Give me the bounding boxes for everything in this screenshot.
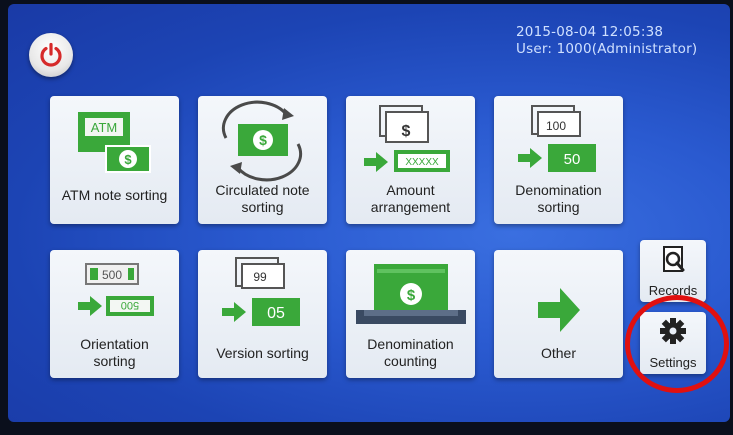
banknote-stack-icon: $ bbox=[356, 264, 466, 324]
main-screen: 2015-08-04 12:05:38 User: 1000(Administr… bbox=[8, 4, 730, 422]
svg-text:05: 05 bbox=[267, 305, 285, 322]
tile-amount-arrangement[interactable]: $ XXXXX Amount arrangement bbox=[346, 96, 475, 224]
cycle-banknote-icon: $ bbox=[221, 100, 303, 182]
settings-button[interactable]: Settings bbox=[640, 312, 706, 374]
orientation-sorting-icon: 500 500 bbox=[78, 263, 154, 316]
svg-text:$: $ bbox=[402, 123, 411, 140]
tile-denomination-sorting[interactable]: 100 50 Denomination sorting bbox=[494, 96, 623, 224]
records-button[interactable]: Records bbox=[640, 240, 706, 302]
svg-text:50: 50 bbox=[564, 151, 581, 168]
svg-text:$: $ bbox=[259, 132, 267, 148]
settings-label: Settings bbox=[649, 355, 697, 370]
svg-text:500: 500 bbox=[121, 299, 139, 311]
tile-orientation-sorting[interactable]: 500 500 Orientation sorting bbox=[50, 250, 179, 378]
tile-denomination-counting[interactable]: $ Denomination counting bbox=[346, 250, 475, 378]
tile-label: Other bbox=[540, 345, 576, 361]
svg-text:500: 500 bbox=[102, 268, 122, 282]
amount-arrangement-icon: $ XXXXX bbox=[364, 105, 450, 172]
denomination-sorting-icon: 100 50 bbox=[518, 105, 596, 172]
power-icon bbox=[40, 42, 62, 67]
magnifier-document-icon bbox=[663, 246, 685, 272]
tile-label: Circulated note sorting bbox=[215, 182, 310, 215]
tile-label: Denomination counting bbox=[367, 336, 454, 369]
tile-label: Orientation sorting bbox=[80, 336, 149, 369]
svg-text:XXXXX: XXXXX bbox=[405, 157, 439, 168]
header-info: 2015-08-04 12:05:38 User: 1000(Administr… bbox=[516, 24, 697, 58]
svg-text:100: 100 bbox=[546, 119, 566, 133]
tile-atm-note-sorting[interactable]: ATM $ ATM note sorting bbox=[50, 96, 179, 224]
tile-other[interactable]: Other bbox=[494, 250, 623, 378]
power-button[interactable] bbox=[29, 33, 73, 77]
tile-version-sorting[interactable]: 99 05 Version sorting bbox=[198, 250, 327, 378]
tile-label: Version sorting bbox=[216, 345, 309, 361]
tile-label: Amount arrangement bbox=[370, 182, 451, 215]
datetime: 2015-08-04 12:05:38 bbox=[516, 24, 664, 40]
tile-label: Denomination sorting bbox=[515, 182, 602, 215]
svg-text:$: $ bbox=[124, 152, 132, 167]
svg-text:99: 99 bbox=[253, 270, 267, 284]
version-sorting-icon: 99 05 bbox=[222, 257, 300, 326]
gear-icon bbox=[660, 318, 686, 344]
arrow-right-icon bbox=[538, 288, 580, 332]
atm-icon: ATM $ bbox=[78, 112, 151, 173]
svg-text:$: $ bbox=[407, 287, 416, 304]
records-label: Records bbox=[648, 283, 698, 298]
tile-circulated-note-sorting[interactable]: $ Circulated note sorting bbox=[198, 96, 327, 224]
tile-label: ATM note sorting bbox=[61, 187, 168, 203]
current-user: User: 1000(Administrator) bbox=[516, 41, 698, 57]
svg-text:ATM: ATM bbox=[91, 120, 117, 135]
